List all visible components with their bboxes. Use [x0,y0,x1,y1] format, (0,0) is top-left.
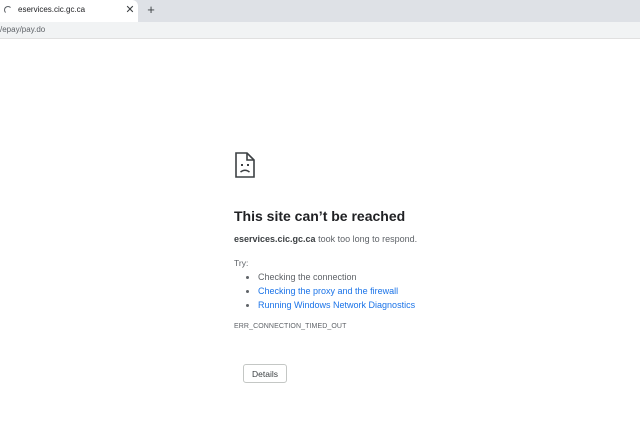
details-button[interactable]: Details [243,364,287,383]
error-code: ERR_CONNECTION_TIMED_OUT [234,323,347,330]
error-host: eservices.cic.gc.ca [234,234,316,244]
loading-spinner-icon [4,6,12,14]
tab-strip: eservices.cic.gc.ca ✕ + [0,0,640,22]
close-icon[interactable]: ✕ [124,3,136,17]
suggestion-check-connection: Checking the connection [258,272,357,282]
page-title: This site can’t be reached [234,208,406,224]
suggestion-network-diagnostics-link[interactable]: Running Windows Network Diagnostics [258,300,415,310]
sad-page-icon [235,152,255,178]
url-text[interactable]: /epay/pay.do [0,25,45,34]
list-item: Checking the proxy and the firewall [258,284,415,298]
browser-tab[interactable]: eservices.cic.gc.ca ✕ [0,0,138,22]
suggestion-list: Checking the connection Checking the pro… [242,270,415,312]
address-bar[interactable]: /epay/pay.do [0,22,640,39]
suggestion-proxy-firewall-link[interactable]: Checking the proxy and the firewall [258,286,398,296]
list-item: Running Windows Network Diagnostics [258,298,415,312]
error-message: took too long to respond. [315,234,418,244]
error-summary: eservices.cic.gc.ca took too long to res… [234,234,417,244]
list-item: Checking the connection [258,270,415,284]
tab-title: eservices.cic.gc.ca [18,5,86,14]
try-label: Try: [234,258,249,268]
plus-icon[interactable]: + [145,2,157,18]
